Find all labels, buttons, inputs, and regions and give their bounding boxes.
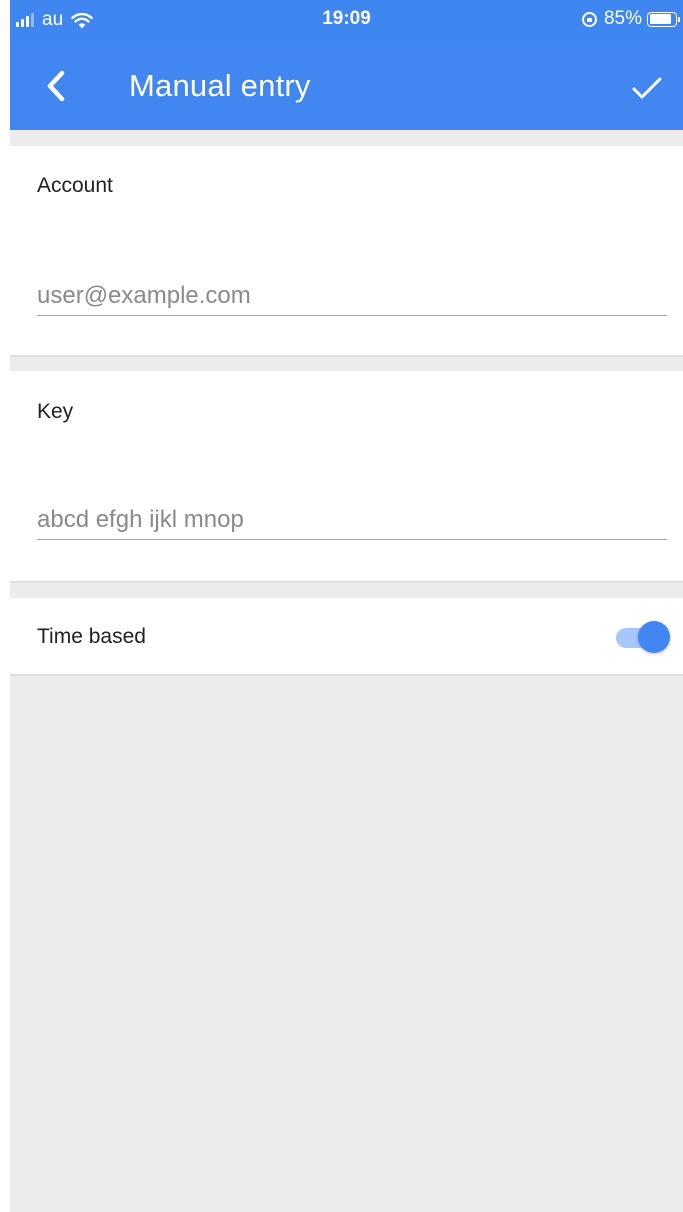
key-card: Key [10, 371, 683, 583]
account-card: Account [10, 146, 683, 357]
orientation-lock-icon [581, 11, 597, 27]
key-label: Key [37, 400, 74, 423]
chevron-left-icon [47, 70, 65, 102]
app-bar: Manual entry [10, 40, 683, 130]
back-button[interactable] [38, 66, 78, 106]
manual-entry-screen: au 19:09 85% Manual entry Account user@e… [10, 0, 683, 1212]
battery-percent: 85% [603, 8, 642, 29]
page-title: Manual entry [129, 68, 311, 103]
save-button[interactable] [627, 68, 667, 108]
time-based-toggle[interactable] [616, 620, 670, 654]
time-based-label: Time based [37, 625, 146, 648]
checkmark-icon [632, 77, 662, 99]
toggle-thumb [638, 621, 670, 653]
battery-icon [647, 11, 680, 27]
time-based-row: Time based [10, 598, 683, 676]
account-input[interactable] [37, 276, 667, 316]
account-label: Account [37, 174, 113, 197]
status-right: 85% [581, 8, 680, 30]
key-input[interactable] [37, 500, 667, 540]
status-bar: au 19:09 85% [10, 0, 683, 40]
